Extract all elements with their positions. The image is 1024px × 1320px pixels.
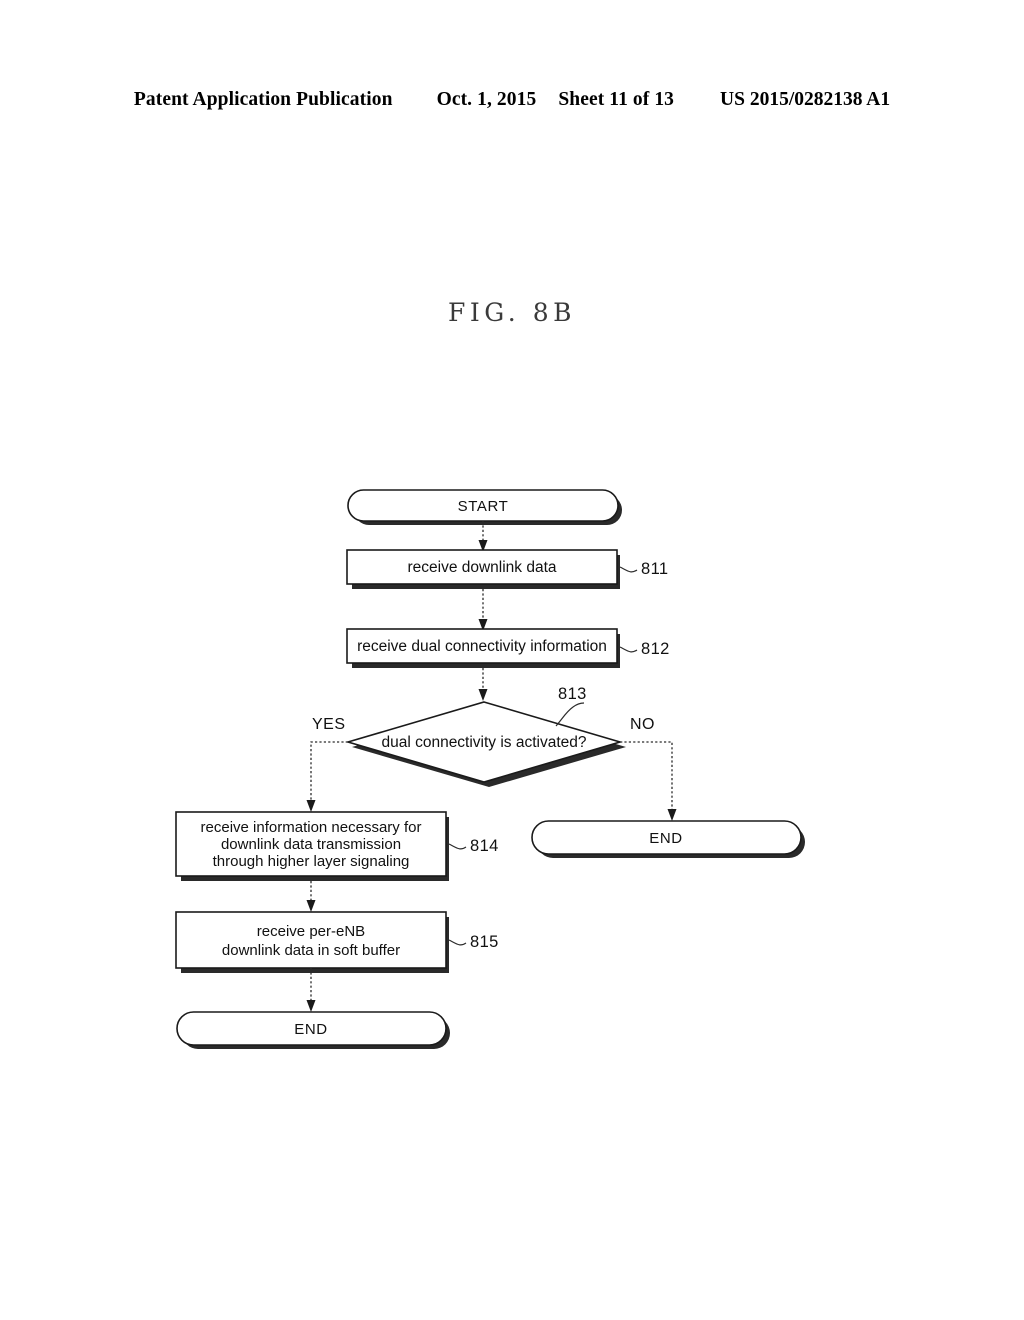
ref-number-814: 814 xyxy=(470,837,499,855)
connector-no-branch xyxy=(620,741,677,821)
branch-label-yes: YES xyxy=(312,716,346,733)
process-box-814-line-1: receive information necessary for xyxy=(201,819,422,836)
process-box-815-line-2: downlink data in soft buffer xyxy=(222,942,400,959)
ref-leader-812: 812 xyxy=(619,640,670,658)
start-terminal-label: START xyxy=(458,498,509,515)
ref-leader-814: 814 xyxy=(448,837,499,855)
ref-leader-813: 813 xyxy=(555,685,587,727)
process-box-814-line-2: downlink data transmission xyxy=(221,836,401,853)
connector-start-to-811 xyxy=(478,521,488,552)
ref-leader-811: 811 xyxy=(619,560,669,578)
connector-814-to-815 xyxy=(306,881,316,912)
ref-number-811: 811 xyxy=(641,560,669,578)
process-box-811-label: receive downlink data xyxy=(407,559,556,576)
end-terminal-no: END xyxy=(531,820,805,858)
process-box-814: receive information necessary for downli… xyxy=(175,811,449,881)
ref-leader-815: 815 xyxy=(448,933,499,951)
process-box-811: receive downlink data xyxy=(346,549,620,589)
branch-label-no: NO xyxy=(630,716,655,733)
ref-number-815: 815 xyxy=(470,933,499,951)
process-box-812-label: receive dual connectivity information xyxy=(357,638,607,655)
connector-yes-branch xyxy=(306,741,348,812)
process-box-814-line-3: through higher layer signaling xyxy=(213,853,410,870)
decision-diamond-813-label: dual connectivity is activated? xyxy=(381,734,586,751)
process-box-812: receive dual connectivity information xyxy=(346,628,620,668)
ref-number-813: 813 xyxy=(558,685,587,703)
connector-812-to-813 xyxy=(478,668,488,701)
flowchart-diagram: START receive downlink data 811 receive … xyxy=(175,489,805,1049)
process-box-815: receive per-eNB downlink data in soft bu… xyxy=(175,911,449,973)
connector-811-to-812 xyxy=(478,589,488,631)
end-terminal-yes-label: END xyxy=(294,1021,327,1038)
end-terminal-yes: END xyxy=(176,1011,450,1049)
decision-diamond-813: dual connectivity is activated? xyxy=(345,701,626,787)
end-terminal-no-label: END xyxy=(649,830,682,847)
process-box-815-line-1: receive per-eNB xyxy=(257,923,365,940)
start-terminal: START xyxy=(347,489,622,525)
connector-815-to-end xyxy=(306,968,316,1012)
ref-number-812: 812 xyxy=(641,640,670,658)
